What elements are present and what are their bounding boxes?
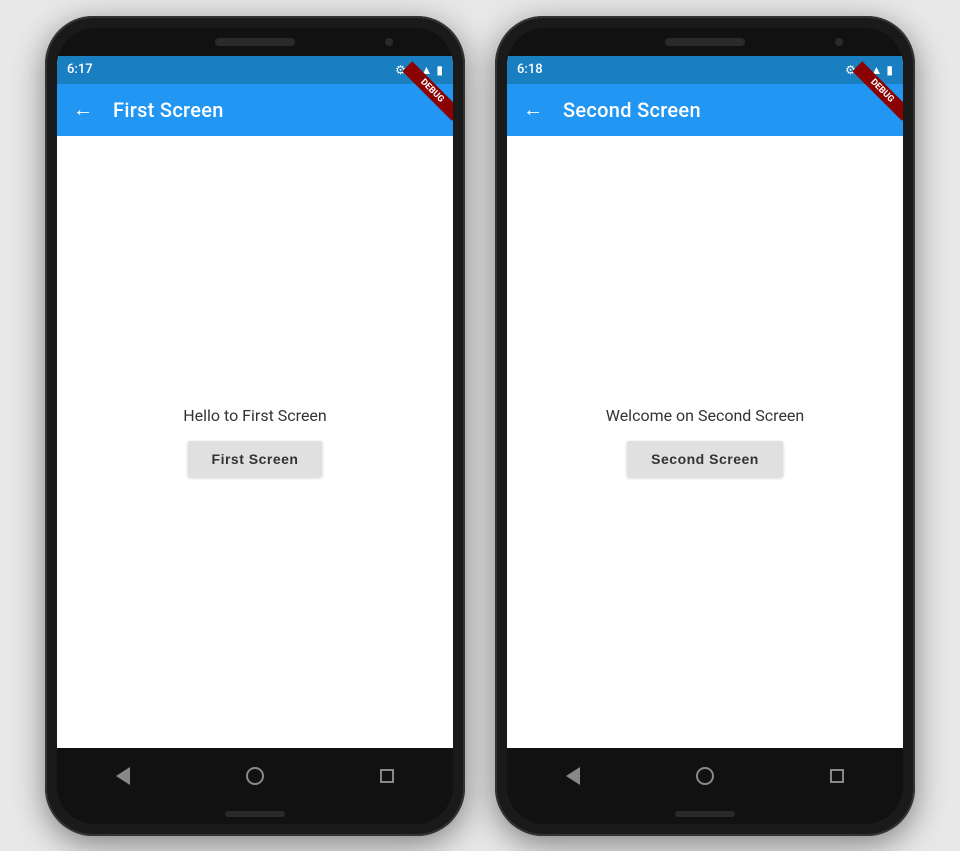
content-message-2: Welcome on Second Screen — [606, 406, 805, 425]
app-bar-title-2: Second Screen — [563, 98, 701, 122]
content-message-1: Hello to First Screen — [183, 406, 327, 425]
app-bar-2: ← Second Screen — [507, 84, 903, 136]
second-screen-button[interactable]: Second Screen — [627, 441, 783, 477]
phone-2-top-bar — [507, 28, 903, 56]
app-bar-1: ← First Screen — [57, 84, 453, 136]
bottom-speaker-2 — [675, 811, 735, 817]
status-bar-1: 6:17 ⚙ ▮ ▲ ▮ — [57, 56, 453, 84]
phone-1-screen: DEBUG 6:17 ⚙ ▮ ▲ ▮ ← First Screen Hello … — [57, 56, 453, 748]
first-screen-button[interactable]: First Screen — [188, 441, 323, 477]
nav-home-btn-1[interactable] — [240, 761, 270, 791]
nav-recent-icon-1 — [380, 769, 394, 783]
nav-home-btn-2[interactable] — [690, 761, 720, 791]
nav-home-icon-1 — [246, 767, 264, 785]
nav-bar-1 — [57, 748, 453, 804]
battery-level-icon-1: ▮ — [436, 63, 443, 77]
phone-2-screen: DEBUG 6:18 ⚙ ▮ ▲ ▮ ← Second Screen Welco… — [507, 56, 903, 748]
speaker-grille-2 — [665, 38, 745, 46]
nav-recent-btn-1[interactable] — [372, 761, 402, 791]
nav-back-btn-1[interactable] — [108, 761, 138, 791]
status-time-1: 6:17 — [67, 62, 93, 77]
nav-recent-btn-2[interactable] — [822, 761, 852, 791]
nav-back-btn-2[interactable] — [558, 761, 588, 791]
back-button-2[interactable]: ← — [523, 97, 543, 122]
speaker-grille — [215, 38, 295, 46]
status-time-2: 6:18 — [517, 62, 543, 77]
app-bar-title-1: First Screen — [113, 98, 224, 122]
nav-back-icon-2 — [566, 767, 580, 785]
nav-recent-icon-2 — [830, 769, 844, 783]
battery-level-icon-2: ▮ — [886, 63, 893, 77]
bottom-speaker-1 — [225, 811, 285, 817]
screen-content-1: Hello to First Screen First Screen — [57, 136, 453, 748]
phone-1-top-bar — [57, 28, 453, 56]
phone-1: DEBUG 6:17 ⚙ ▮ ▲ ▮ ← First Screen Hello … — [45, 16, 465, 836]
nav-home-icon-2 — [696, 767, 714, 785]
phone-2-bottom — [507, 804, 903, 824]
front-camera — [385, 38, 393, 46]
phone-2: DEBUG 6:18 ⚙ ▮ ▲ ▮ ← Second Screen Welco… — [495, 16, 915, 836]
front-camera-2 — [835, 38, 843, 46]
nav-back-icon-1 — [116, 767, 130, 785]
screen-content-2: Welcome on Second Screen Second Screen — [507, 136, 903, 748]
phone-1-bottom — [57, 804, 453, 824]
nav-bar-2 — [507, 748, 903, 804]
status-bar-2: 6:18 ⚙ ▮ ▲ ▮ — [507, 56, 903, 84]
back-button-1[interactable]: ← — [73, 97, 93, 122]
